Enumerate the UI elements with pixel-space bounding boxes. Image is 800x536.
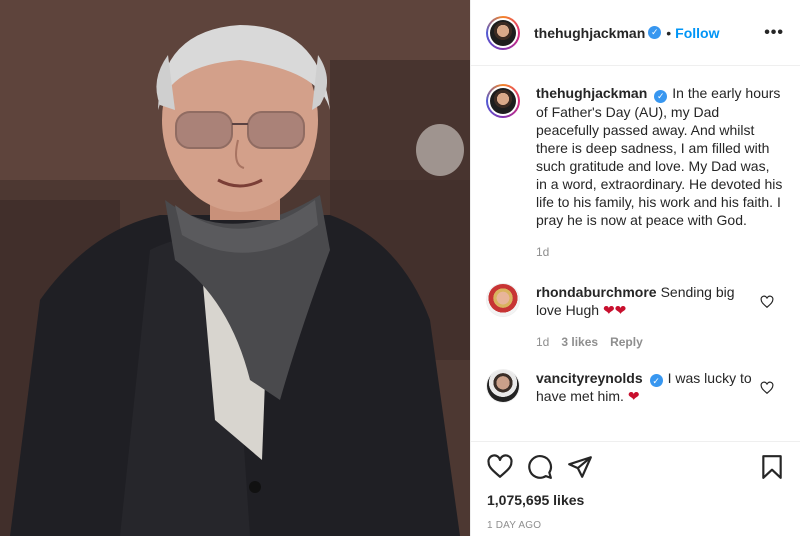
comments-list[interactable]: thehughjackman ✓ In the early hours of Fat… bbox=[471, 66, 800, 441]
commenter-avatar[interactable] bbox=[486, 282, 520, 317]
likes-count[interactable]: 1,075,695 likes bbox=[487, 492, 785, 508]
post-header: thehughjackman ✓ • Follow ••• bbox=[471, 0, 800, 66]
post-side-panel: thehughjackman ✓ • Follow ••• thehughjac… bbox=[470, 0, 800, 536]
caption: thehughjackman ✓ In the early hours of Fat… bbox=[486, 84, 784, 261]
verified-badge-icon: ✓ bbox=[649, 374, 663, 387]
caption-username[interactable]: thehughjackman bbox=[536, 85, 647, 101]
comment-likes[interactable]: 3 likes bbox=[561, 333, 598, 351]
commenter-username[interactable]: vancityreynolds bbox=[536, 370, 643, 386]
caption-time[interactable]: 1d bbox=[536, 243, 549, 261]
share-paper-plane-icon[interactable] bbox=[567, 454, 593, 480]
like-heart-icon[interactable] bbox=[487, 454, 513, 480]
comment-item: vancityreynolds ✓ I was lucky to have met … bbox=[486, 368, 784, 406]
caption-avatar[interactable] bbox=[486, 84, 520, 118]
comment-time[interactable]: 1d bbox=[536, 333, 549, 351]
commenter-username[interactable]: rhondaburchmore bbox=[536, 284, 657, 300]
author-avatar[interactable] bbox=[486, 15, 520, 50]
follow-button[interactable]: Follow bbox=[675, 25, 719, 41]
post-photo[interactable] bbox=[0, 0, 470, 536]
heart-emoji: ❤❤ bbox=[602, 301, 627, 318]
verified-badge-icon: ✓ bbox=[648, 26, 662, 39]
post-actions: 1,075,695 likes 1 DAY AGO bbox=[471, 441, 800, 531]
caption-text: In the early hours of Father's Day (AU),… bbox=[536, 85, 783, 228]
heart-emoji: ❤ bbox=[627, 388, 640, 404]
comment-bubble-icon[interactable] bbox=[527, 454, 553, 480]
commenter-avatar[interactable] bbox=[486, 368, 520, 403]
author-username[interactable]: thehughjackman bbox=[534, 25, 645, 41]
posted-time[interactable]: 1 DAY AGO bbox=[487, 520, 785, 531]
more-options-icon[interactable]: ••• bbox=[764, 24, 784, 42]
comment-item: rhondaburchmore Sending big love Hugh ❤❤ … bbox=[486, 282, 784, 351]
reply-button[interactable]: Reply bbox=[610, 333, 643, 351]
like-comment-heart-icon[interactable] bbox=[760, 295, 774, 309]
verified-badge-icon: ✓ bbox=[654, 89, 668, 103]
separator-dot: • bbox=[666, 24, 672, 41]
like-comment-heart-icon[interactable] bbox=[760, 381, 774, 395]
photo-illustration bbox=[0, 0, 470, 536]
save-bookmark-icon[interactable] bbox=[759, 454, 785, 480]
